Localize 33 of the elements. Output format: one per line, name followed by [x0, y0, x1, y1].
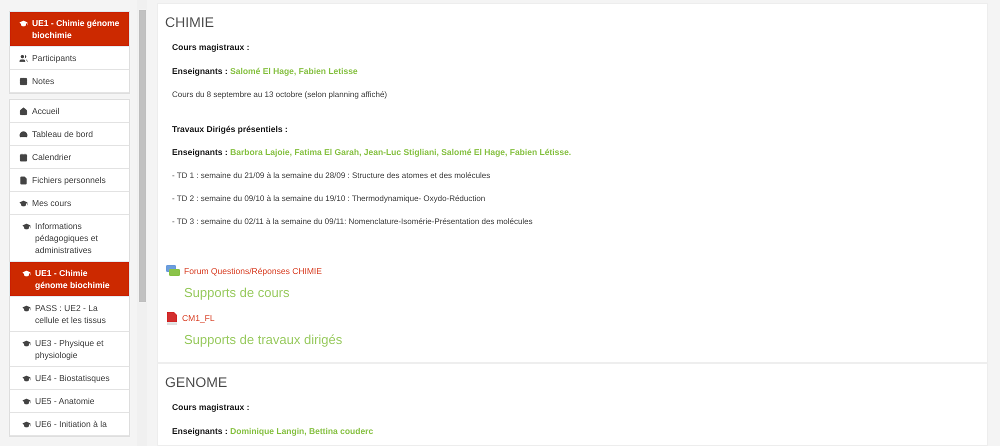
calendar-icon	[19, 152, 28, 162]
graduation-cap-icon	[22, 268, 31, 278]
house-icon	[19, 106, 28, 116]
chat-bubbles-icon	[166, 265, 180, 278]
text-line: - TD 1 : semaine du 21/09 à la semaine du 28/09 : Structure des atomes et des molécules	[172, 170, 492, 182]
sidebar-item[interactable]: UE1 - Chimie génome biochimie	[10, 12, 129, 47]
graduation-cap-icon	[22, 304, 31, 312]
text-line: - TD 3 : semaine du 02/11 à la semaine du 09/11: Nomenclature-Isomérie-Présentation des molécules	[172, 216, 534, 228]
graduation-cap-icon	[22, 222, 31, 230]
section-label: Cours magistraux :	[172, 400, 250, 414]
subsection-heading: Supports de travaux dirigés	[183, 332, 344, 348]
sidebar-item[interactable]: UE1 - Chimie génome biochimie	[10, 262, 129, 297]
section-label: Cours magistraux :	[172, 41, 250, 54]
teachers-line: Enseignants : Barbora Lajoie, Fatima El Garah, Jean-Luc Stigliani, Salomé El Hage, Fabien Létisse.	[172, 146, 572, 159]
section-label: Travaux Dirigés présentiels :	[172, 122, 289, 136]
section-title: CHIMIE	[165, 13, 215, 32]
file-icon	[19, 176, 28, 184]
teachers-line: Enseignants : Salomé El Hage, Fabien Letisse	[172, 64, 359, 78]
graduation-cap-icon	[22, 374, 31, 382]
graduation-cap-icon	[22, 420, 31, 428]
section-title: GENOME	[165, 372, 228, 392]
teachers-line: Enseignants : Dominique Langin, Bettina couderc	[172, 424, 374, 438]
graduation-cap-icon	[22, 338, 31, 348]
graduation-cap-icon	[22, 396, 31, 406]
graduation-cap-icon	[19, 18, 28, 28]
file-link[interactable]: CM1_FL	[182, 312, 215, 325]
graduation-cap-icon	[19, 198, 28, 208]
text-line: Cours du 8 septembre au 13 octobre (selon planning affiché)	[172, 88, 388, 100]
text-line: - TD 2 : semaine du 09/10 à la semaine du 19/10 : Thermodynamique- Oxydo-Réduction	[172, 193, 486, 205]
pdf-file-icon	[166, 312, 178, 325]
users-icon	[19, 54, 28, 62]
forum-link[interactable]: Forum Questions/Réponses CHIMIE	[184, 265, 322, 278]
subsection-heading: Supports de cours	[183, 284, 291, 301]
